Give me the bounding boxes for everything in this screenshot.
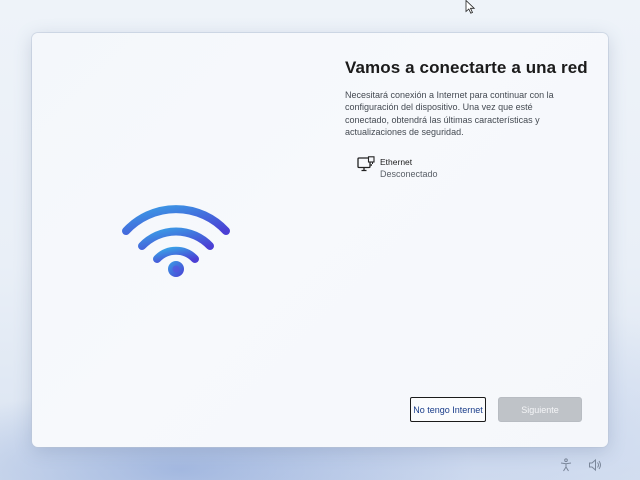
next-button[interactable]: Siguiente	[498, 397, 582, 422]
network-status: Desconectado	[380, 169, 438, 179]
page-description: Necesitará conexión a Internet para cont…	[345, 90, 554, 137]
volume-icon[interactable]	[588, 458, 602, 472]
no-internet-button[interactable]: No tengo Internet	[410, 397, 486, 422]
mouse-cursor-icon	[465, 0, 476, 14]
ethernet-icon	[357, 156, 375, 172]
network-item-ethernet[interactable]: Ethernet Desconectado	[357, 154, 477, 182]
page-title: Vamos a conectarte a una red	[345, 58, 588, 77]
network-name: Ethernet	[380, 157, 413, 167]
accessibility-icon[interactable]	[559, 458, 573, 472]
wifi-icon	[122, 205, 230, 277]
